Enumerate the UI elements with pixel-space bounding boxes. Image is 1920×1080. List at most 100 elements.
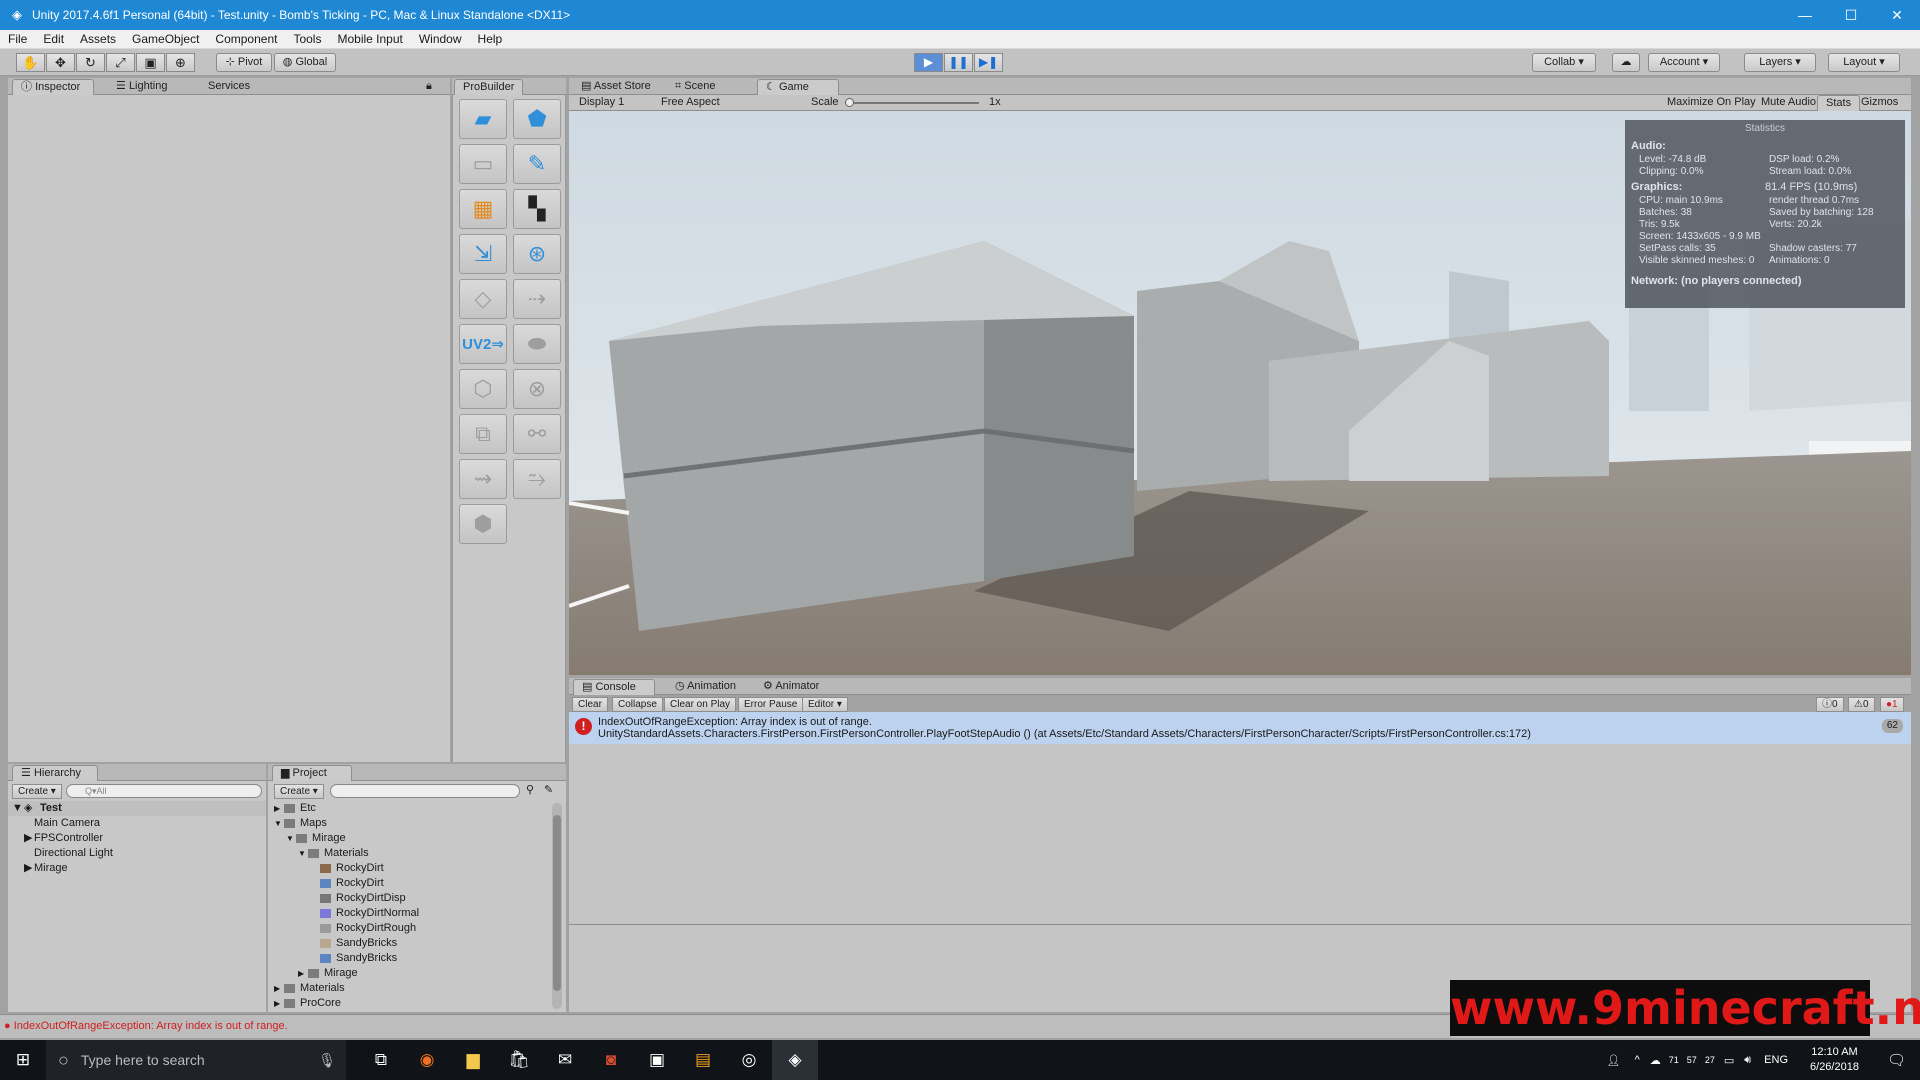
console-clear-on-play-button[interactable]: Clear on Play (664, 697, 737, 712)
smoothing-icon[interactable]: ▚ (513, 189, 561, 229)
project-tree-item[interactable]: ▶ Etc (268, 801, 552, 816)
filter-by-label-icon[interactable]: ✎ (544, 783, 553, 798)
tab-hierarchy[interactable]: ☰ Hierarchy (12, 765, 98, 781)
project-search-input[interactable] (330, 784, 520, 798)
close-button[interactable]: ✕ (1874, 0, 1920, 30)
network-icon[interactable]: ▭ (1719, 1054, 1739, 1067)
hierarchy-item[interactable]: Directional Light (34, 846, 113, 861)
media-app-icon[interactable]: ◙ (588, 1040, 634, 1080)
tab-inspector[interactable]: ⓘ Inspector (12, 79, 94, 95)
menu-tools[interactable]: Tools (285, 30, 329, 49)
layout-dropdown[interactable]: Layout ▾ (1828, 53, 1900, 72)
menu-mobile-input[interactable]: Mobile Input (329, 30, 410, 49)
menu-component[interactable]: Component (207, 30, 285, 49)
file-explorer-icon[interactable]: ▆ (450, 1040, 496, 1080)
expand-arrow-icon[interactable]: ▶ (24, 861, 32, 876)
expand-arrow-icon[interactable]: ▶ (298, 966, 304, 981)
cloud-button[interactable]: ☁ (1612, 53, 1640, 72)
tab-services[interactable]: Services (200, 79, 258, 95)
panel-lock-icon[interactable]: 🔒︎ (418, 79, 440, 95)
console-error-count[interactable]: ●1 (1880, 697, 1904, 712)
project-tree-item[interactable]: ▶ Mirage (268, 966, 552, 981)
project-tree-item[interactable]: ▼ Maps (268, 816, 552, 831)
connect-edges-icon[interactable]: ⥲ (513, 459, 561, 499)
project-scrollbar-thumb[interactable] (553, 815, 561, 991)
aspect-dropdown[interactable]: Free Aspect (653, 95, 728, 111)
expand-arrow-icon[interactable]: ▶ (274, 996, 280, 1011)
layers-dropdown[interactable]: Layers ▾ (1744, 53, 1816, 72)
task-view-icon[interactable]: ⧉ (358, 1040, 404, 1080)
project-tree-item[interactable]: RockyDirtNormal (268, 906, 552, 921)
taskbar-search[interactable]: ○ Type here to search 🎙︎ (46, 1040, 346, 1080)
tab-animation[interactable]: ◷ Animation (667, 679, 744, 695)
expand-arrow-icon[interactable]: ▶ (274, 801, 280, 816)
transform-tool-icon[interactable]: ⊕ (166, 53, 195, 72)
hand-tool-icon[interactable]: ✋ (16, 53, 45, 72)
tab-animator[interactable]: ⚙ Animator (755, 679, 827, 695)
project-tree-item[interactable]: ▼ Materials (268, 846, 552, 861)
status-message[interactable]: IndexOutOfRangeException: Array index is… (14, 1020, 288, 1032)
shrink-selection-icon[interactable]: ◇ (459, 279, 507, 319)
expand-arrow-icon[interactable]: ▼ (274, 816, 282, 831)
material-editor-icon[interactable]: ▭ (459, 144, 507, 184)
tab-probuilder[interactable]: ProBuilder (454, 79, 524, 95)
tab-scene[interactable]: ⌗ Scene (667, 79, 723, 95)
microphone-icon[interactable]: 🎙︎ (318, 1052, 336, 1069)
scale-slider-knob[interactable] (845, 98, 854, 107)
rotate-tool-icon[interactable]: ↻ (76, 53, 105, 72)
project-tree-item[interactable]: ▶ Materials (268, 981, 552, 996)
mute-audio-toggle[interactable]: Mute Audio (1753, 95, 1824, 111)
tab-console[interactable]: ▤ Console (573, 679, 655, 695)
project-create-dropdown[interactable]: Create ▾ (274, 784, 324, 799)
display-dropdown[interactable]: Display 1 (571, 95, 632, 111)
mail-icon[interactable]: ✉ (542, 1040, 588, 1080)
hierarchy-create-dropdown[interactable]: Create ▾ (12, 784, 62, 799)
select-ring-icon[interactable]: ⇢ (513, 279, 561, 319)
step-button[interactable]: ▶❚ (974, 53, 1003, 72)
project-scrollbar[interactable] (552, 803, 562, 1009)
tray-chevron-icon[interactable]: ^ (1629, 1054, 1646, 1066)
hierarchy-item[interactable]: Main Camera (34, 816, 100, 831)
project-tree-item[interactable]: RockyDirtDisp (268, 891, 552, 906)
tab-game[interactable]: ☾ Game (757, 79, 839, 95)
menu-file[interactable]: File (0, 30, 35, 49)
move-tool-icon[interactable]: ✥ (46, 53, 75, 72)
onedrive-icon[interactable]: ☁ (1646, 1054, 1665, 1067)
people-icon[interactable]: 👤︎ (1599, 1054, 1629, 1067)
rect-tool-icon[interactable]: ▣ (136, 53, 165, 72)
selection-tool-icon[interactable]: ⇲ (459, 234, 507, 274)
vertex-colors-icon[interactable]: ✎ (513, 144, 561, 184)
hierarchy-item[interactable]: FPSController (34, 831, 103, 846)
volume-icon[interactable]: 🔊︎ (1739, 1054, 1756, 1067)
menu-edit[interactable]: Edit (35, 30, 72, 49)
console-entry[interactable]: ! IndexOutOfRangeException: Array index … (569, 712, 1911, 744)
gizmos-dropdown[interactable]: Gizmos ▾ (1853, 95, 1911, 123)
tab-project[interactable]: ▆ Project (272, 765, 352, 781)
expand-arrow-icon[interactable]: ▼ (298, 846, 306, 861)
project-tree-item[interactable]: SandyBricks (268, 936, 552, 951)
language-indicator[interactable]: ENG (1756, 1054, 1796, 1066)
menu-window[interactable]: Window (411, 30, 470, 49)
expand-arrow-icon[interactable]: ▶ (274, 981, 280, 996)
windows-start-icon[interactable]: ⊞ (0, 1040, 46, 1080)
mirror-objects-icon[interactable]: ⊗ (513, 369, 561, 409)
paint-app-icon[interactable]: ▣ (634, 1040, 680, 1080)
uv-editor-icon[interactable]: ▦ (459, 189, 507, 229)
extrude-icon[interactable]: ⚯ (513, 414, 561, 454)
menu-help[interactable]: Help (470, 30, 511, 49)
taskbar-clock[interactable]: 12:10 AM 6/26/2018 (1796, 1045, 1873, 1075)
console-info-count[interactable]: ⓘ0 (1816, 697, 1844, 712)
triangulate-icon[interactable]: ⬢ (459, 504, 507, 544)
pivot-toggle[interactable]: ⊹ Pivot (216, 53, 272, 72)
firefox-icon[interactable]: ◉ (404, 1040, 450, 1080)
flip-normals-icon[interactable]: ⧉ (459, 414, 507, 454)
illustrator-app-icon[interactable]: ▤ (680, 1040, 726, 1080)
generate-uv2-button[interactable]: UV2 ⇒ (459, 324, 507, 364)
console-warning-count[interactable]: ⚠0 (1848, 697, 1875, 712)
collab-dropdown[interactable]: Collab ▾ (1532, 53, 1596, 72)
scale-slider[interactable] (845, 98, 979, 107)
menu-gameobject[interactable]: GameObject (124, 30, 207, 49)
tab-asset-store[interactable]: ▤ Asset Store (573, 79, 659, 95)
merge-objects-icon[interactable]: ⬬ (513, 324, 561, 364)
expand-arrow-icon[interactable]: ▶ (24, 831, 32, 846)
